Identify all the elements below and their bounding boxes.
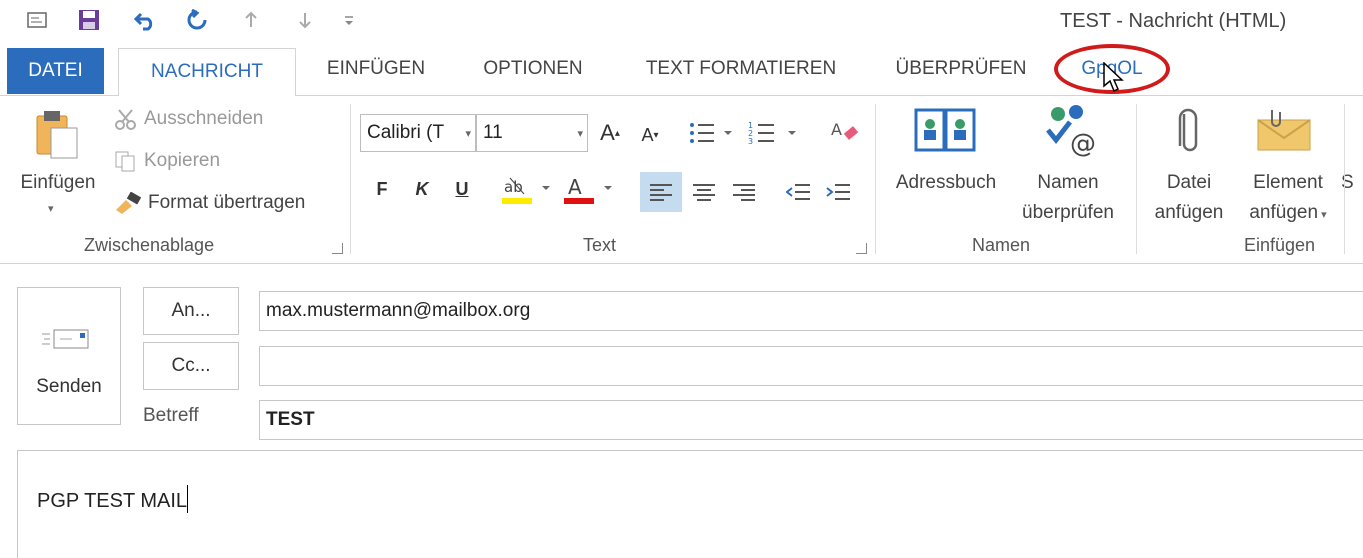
- up-arrow-icon[interactable]: [236, 6, 266, 34]
- tab-datei[interactable]: DATEI: [7, 48, 104, 94]
- bold-button[interactable]: F: [368, 172, 396, 206]
- send-envelope-icon: [42, 328, 94, 356]
- bullets-icon[interactable]: [688, 116, 738, 150]
- chevron-down-icon: ▾: [465, 128, 471, 140]
- to-field[interactable]: max.mustermann@mailbox.org: [259, 291, 1363, 331]
- check-names-button[interactable]: Namen überprüfen: [1012, 168, 1124, 228]
- group-separator: [350, 104, 351, 254]
- save-icon[interactable]: [74, 6, 104, 34]
- mouse-cursor-icon: [1102, 61, 1124, 100]
- font-family-select[interactable]: Calibri (T ▾: [360, 114, 476, 152]
- svg-text:A: A: [831, 120, 842, 139]
- font-size-value: 11: [483, 122, 503, 143]
- copy-button[interactable]: Kopieren: [114, 150, 220, 172]
- body-text: PGP TEST MAIL: [37, 490, 188, 512]
- format-painter-icon: [116, 192, 142, 214]
- attach-item-label-1: Element: [1253, 172, 1323, 193]
- chevron-down-icon: ▾: [1318, 209, 1327, 221]
- font-size-select[interactable]: 11 ▾: [476, 114, 588, 152]
- subject-field[interactable]: TEST: [259, 400, 1363, 440]
- svg-text:@: @: [1070, 129, 1096, 158]
- svg-text:ab: ab: [504, 178, 523, 196]
- svg-text:A: A: [568, 175, 582, 199]
- cc-field[interactable]: [259, 346, 1363, 386]
- text-caret: [187, 485, 189, 513]
- tab-text-formatieren[interactable]: TEXT FORMATIEREN: [625, 44, 857, 94]
- numbering-icon[interactable]: 123: [748, 116, 804, 150]
- paste-icon[interactable]: [34, 108, 80, 166]
- align-center-icon[interactable]: [686, 172, 722, 212]
- italic-button[interactable]: K: [408, 172, 436, 206]
- undo-icon[interactable]: [130, 6, 160, 34]
- check-names-label-1: Namen: [1037, 172, 1099, 193]
- ribbon: Einfügen ▾ Ausschneiden Kopieren Format …: [0, 96, 1363, 264]
- text-launcher-icon[interactable]: [856, 243, 867, 254]
- clear-formatting-icon[interactable]: A: [828, 114, 864, 148]
- attach-item-button[interactable]: Element anfügen ▾: [1236, 168, 1340, 230]
- group-label-include: Einfügen: [1244, 235, 1316, 255]
- send-label: Senden: [36, 376, 102, 397]
- group-label-text: Text: [583, 235, 617, 255]
- message-body[interactable]: PGP TEST MAIL: [17, 450, 1363, 558]
- shrink-font-icon[interactable]: A ▾: [636, 118, 664, 152]
- quick-access-toolbar: TEST - Nachricht (HTML): [0, 0, 1363, 44]
- group-label-clipboard: Zwischenablage: [84, 235, 215, 255]
- cut-button[interactable]: Ausschneiden: [114, 108, 263, 130]
- attach-item-label-2: anfügen: [1249, 202, 1319, 223]
- highlight-color-icon[interactable]: ab: [500, 172, 556, 206]
- increase-indent-icon[interactable]: [820, 172, 856, 212]
- paperclip-icon[interactable]: [1176, 106, 1200, 162]
- copy-icon: [115, 151, 135, 172]
- message-icon[interactable]: [22, 6, 52, 34]
- down-arrow-icon[interactable]: [290, 6, 320, 34]
- attach-file-button[interactable]: Datei anfügen: [1146, 168, 1232, 228]
- svg-text:3: 3: [748, 137, 753, 145]
- paste-button[interactable]: Einfügen: [12, 168, 104, 198]
- window-title: TEST - Nachricht (HTML): [1060, 10, 1287, 32]
- address-book-button[interactable]: Adressbuch: [888, 168, 1004, 198]
- envelope-attach-icon[interactable]: [1256, 108, 1314, 158]
- align-left-icon[interactable]: [640, 172, 682, 212]
- customize-qat-icon[interactable]: [334, 6, 364, 34]
- attach-file-label-1: Datei: [1166, 172, 1212, 193]
- group-separator: [875, 104, 876, 254]
- cc-button[interactable]: Cc...: [143, 342, 239, 390]
- group-separator: [1344, 104, 1345, 254]
- subject-label: Betreff: [143, 405, 199, 426]
- chevron-down-icon: ▾: [577, 128, 583, 140]
- paste-dropdown-icon[interactable]: ▾: [48, 194, 54, 224]
- group-label-names: Namen: [972, 235, 1031, 255]
- send-button[interactable]: Senden: [17, 287, 121, 425]
- check-names-label-2: überprüfen: [1022, 202, 1114, 223]
- message-body-text: PGP TEST MAIL: [37, 485, 189, 513]
- check-names-icon[interactable]: @: [1044, 104, 1100, 164]
- tab-optionen[interactable]: OPTIONEN: [466, 44, 600, 94]
- format-painter-label: Format übertragen: [148, 192, 306, 213]
- cut-label: Ausschneiden: [144, 108, 264, 129]
- font-family-value: Calibri (T: [367, 122, 445, 143]
- scissors-icon: [115, 109, 136, 130]
- address-book-icon[interactable]: [914, 106, 976, 160]
- font-color-icon[interactable]: A: [562, 172, 618, 206]
- grow-font-icon[interactable]: A ▴: [596, 116, 624, 150]
- decrease-indent-icon[interactable]: [780, 172, 816, 212]
- align-right-icon[interactable]: [726, 172, 762, 212]
- tab-nachricht[interactable]: NACHRICHT: [118, 48, 296, 96]
- attach-file-label-2: anfügen: [1154, 202, 1224, 223]
- to-button[interactable]: An...: [143, 287, 239, 335]
- redo-icon[interactable]: [182, 6, 212, 34]
- format-painter-button[interactable]: Format übertragen: [114, 192, 305, 214]
- clipboard-launcher-icon[interactable]: [332, 243, 343, 254]
- copy-label: Kopieren: [144, 150, 221, 171]
- group-separator: [1136, 104, 1137, 254]
- tab-ueberpruefen[interactable]: ÜBERPRÜFEN: [880, 44, 1042, 94]
- underline-button[interactable]: U: [448, 172, 476, 206]
- tab-einfuegen[interactable]: EINFÜGEN: [311, 44, 441, 94]
